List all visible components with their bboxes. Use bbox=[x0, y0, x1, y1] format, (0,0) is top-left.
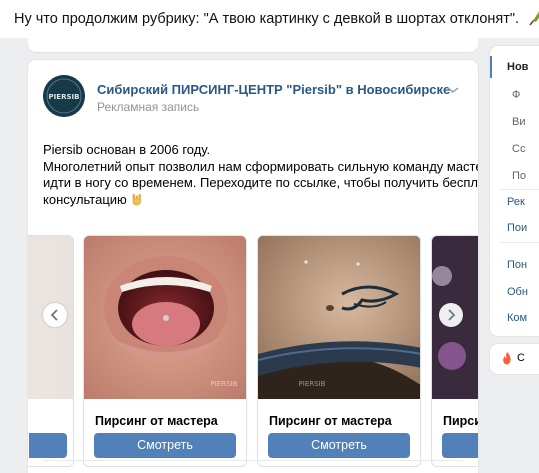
post-divider bbox=[43, 460, 463, 461]
caption-label: Ну что продолжим рубрику: "А твою картин… bbox=[14, 11, 520, 27]
carousel-slide-partial-right[interactable]: Пирсин bbox=[431, 235, 478, 467]
carousel-next-button[interactable] bbox=[439, 303, 463, 327]
menu-item-links[interactable]: Сс bbox=[512, 143, 525, 155]
slide-watch-button[interactable]: Смотреть bbox=[268, 433, 410, 458]
slide-title[interactable]: Пирсин bbox=[443, 414, 478, 428]
slide-photo: PIERSIB bbox=[258, 236, 420, 399]
post-text-line: Многолетний опыт позволил нам сформирова… bbox=[43, 158, 478, 174]
ad-post: PIERSIB Сибирский ПИРСИНГ-ЦЕНТР "Piersib… bbox=[28, 60, 478, 473]
slide-watch-button[interactable]: Смотреть bbox=[94, 433, 236, 458]
menu-item-liked[interactable]: Пон bbox=[507, 259, 527, 271]
carousel-slide[interactable]: PIERSIB Пирсинг от мастера Смотреть bbox=[83, 235, 247, 467]
avatar[interactable]: PIERSIB bbox=[43, 75, 85, 117]
post-author-link[interactable]: Сибирский ПИРСИНГ-ЦЕНТР "Piersib" в Ново… bbox=[97, 82, 450, 97]
feed-screen: PIERSIB Сибирский ПИРСИНГ-ЦЕНТР "Piersib… bbox=[0, 38, 539, 473]
menu-separator bbox=[500, 242, 539, 243]
menu-item-recommendations[interactable]: Рек bbox=[507, 196, 525, 208]
fire-icon bbox=[503, 352, 511, 365]
menu-item-updates[interactable]: Обн bbox=[507, 286, 528, 298]
slide-title[interactable]: Пирсинг от мастера bbox=[269, 414, 392, 428]
post-text-line-last: консультацию bbox=[43, 192, 463, 209]
menu-item-videos[interactable]: Ви bbox=[512, 116, 525, 128]
chevron-down-icon[interactable] bbox=[446, 85, 460, 95]
slide-watermark: PIERSIB bbox=[211, 380, 238, 388]
caption-text: Ну что продолжим рубрику: "А твою картин… bbox=[14, 10, 539, 27]
carousel-prev-button[interactable] bbox=[43, 303, 67, 327]
slide-watch-button[interactable] bbox=[442, 433, 478, 458]
post-text-line: консультацию bbox=[43, 191, 127, 207]
avatar-logo-text: PIERSIB bbox=[49, 93, 80, 101]
previous-post-card bbox=[28, 38, 478, 52]
menu-separator bbox=[500, 189, 539, 190]
carousel-slide[interactable]: PIERSIB Пирсинг от мастера Смотреть bbox=[257, 235, 421, 467]
menu-item-photos[interactable]: Ф bbox=[512, 89, 520, 101]
trending-card[interactable]: С bbox=[490, 344, 539, 374]
champagne-icon bbox=[529, 11, 539, 26]
menu-item-search[interactable]: Пои bbox=[507, 222, 527, 234]
carousel-slide-partial-left[interactable] bbox=[28, 235, 74, 467]
menu-item-more[interactable]: По bbox=[512, 170, 526, 182]
slide-button-partial[interactable] bbox=[29, 433, 67, 458]
post-text-line: Piersib основан в 2006 году. bbox=[43, 142, 211, 157]
rock-hand-icon bbox=[132, 193, 141, 205]
chevron-right-icon bbox=[448, 309, 456, 321]
menu-item-news[interactable]: Нов bbox=[507, 61, 528, 73]
slide-title[interactable]: Пирсинг от мастера bbox=[95, 414, 218, 428]
slide-watermark: PIERSIB bbox=[299, 380, 326, 388]
post-text-line: идти в ногу со временем. Переходите по с… bbox=[43, 175, 478, 190]
post-text: Piersib основан в 2006 году. Многолетний… bbox=[43, 142, 478, 209]
menu-item-comments[interactable]: Ком bbox=[507, 312, 527, 324]
active-indicator bbox=[490, 56, 492, 78]
right-filter-menu: Нов Ф Ви Сс По Рек Пои Пон Обн Ком bbox=[490, 46, 539, 336]
trending-label: С bbox=[517, 352, 525, 364]
carousel: PIERSIB Пирсинг от мастера Смотреть PIER… bbox=[28, 235, 478, 473]
chevron-left-icon bbox=[50, 309, 58, 321]
slide-photo: PIERSIB bbox=[84, 236, 246, 399]
ad-label: Рекламная запись bbox=[97, 100, 200, 114]
